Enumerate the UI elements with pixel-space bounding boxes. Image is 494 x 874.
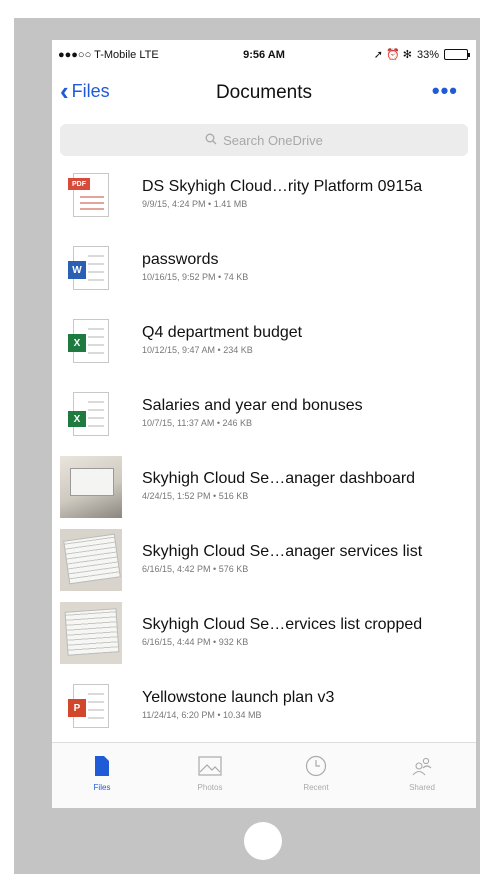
- tab-label: Recent: [303, 783, 329, 792]
- list-item[interactable]: X Q4 department budget 10/12/15, 9:47 AM…: [52, 304, 476, 377]
- excel-icon: X: [60, 383, 122, 445]
- nav-bar: ‹ Files Documents •••: [52, 72, 476, 116]
- file-name: passwords: [142, 251, 219, 268]
- powerpoint-icon: P: [60, 675, 122, 737]
- tab-photos[interactable]: Photos: [160, 753, 260, 792]
- list-item[interactable]: Skyhigh Cloud Se…ervices list cropped 6/…: [52, 596, 476, 669]
- tab-label: Photos: [197, 783, 223, 792]
- status-icons: ➚ ⏰ ✻: [373, 49, 412, 61]
- file-list: PDF DS Skyhigh Cloud…rity Platform 0915a…: [52, 158, 476, 742]
- list-item[interactable]: PDF DS Skyhigh Cloud…rity Platform 0915a…: [52, 158, 476, 231]
- file-meta: 6/16/15, 4:44 PM • 932 KB: [142, 637, 249, 647]
- photos-icon: [160, 753, 260, 779]
- tab-files[interactable]: Files: [52, 753, 152, 792]
- file-meta: 9/9/15, 4:24 PM • 1.41 MB: [142, 199, 248, 209]
- photo-thumbnail: [60, 529, 122, 591]
- tab-shared[interactable]: Shared: [372, 753, 472, 792]
- list-item[interactable]: Skyhigh Cloud Se…anager services list 6/…: [52, 523, 476, 596]
- file-name: Yellowstone launch plan v3: [142, 689, 335, 706]
- file-meta: 11/24/14, 6:20 PM • 10.34 MB: [142, 710, 262, 720]
- shared-people-icon: [372, 753, 472, 779]
- file-meta: 10/12/15, 9:47 AM • 234 KB: [142, 345, 253, 355]
- battery-percent: 33%: [416, 48, 439, 61]
- file-meta: 10/16/15, 9:52 PM • 74 KB: [142, 272, 249, 282]
- search-input[interactable]: Search OneDrive: [60, 124, 468, 156]
- status-bar: ●●●○○ T-Mobile LTE 9:56 AM ➚ ⏰ ✻ 33%: [52, 40, 476, 70]
- tab-recent[interactable]: Recent: [266, 753, 366, 792]
- app-screen: ●●●○○ T-Mobile LTE 9:56 AM ➚ ⏰ ✻ 33% ‹ F…: [52, 40, 476, 808]
- battery-icon: [444, 49, 470, 60]
- list-item[interactable]: P Yellowstone launch plan v3 11/24/14, 6…: [52, 669, 476, 742]
- list-item[interactable]: W passwords 10/16/15, 9:52 PM • 74 KB: [52, 231, 476, 304]
- file-meta: 4/24/15, 1:52 PM • 516 KB: [142, 491, 249, 501]
- excel-icon: X: [60, 310, 122, 372]
- list-item[interactable]: Skyhigh Cloud Se…anager dashboard 4/24/1…: [52, 450, 476, 523]
- tab-bar: Files Photos Recent Shared: [52, 742, 476, 808]
- file-name: Skyhigh Cloud Se…anager services list: [142, 543, 423, 560]
- more-options-button[interactable]: •••: [432, 78, 458, 104]
- photo-thumbnail: [60, 456, 122, 518]
- files-icon: [52, 753, 152, 779]
- file-meta: 10/7/15, 11:37 AM • 246 KB: [142, 418, 253, 428]
- search-placeholder: Search OneDrive: [223, 132, 323, 148]
- file-name: DS Skyhigh Cloud…rity Platform 0915a: [142, 178, 423, 195]
- home-button[interactable]: [244, 822, 282, 860]
- search-icon: [205, 133, 217, 148]
- page-title: Documents: [215, 82, 313, 103]
- status-indicators: ➚ ⏰ ✻ 33%: [373, 48, 470, 61]
- clock-icon: [266, 753, 366, 779]
- tab-label: Shared: [409, 783, 435, 792]
- pdf-icon: PDF: [60, 164, 122, 226]
- file-name: Q4 department budget: [142, 324, 303, 341]
- file-name: Skyhigh Cloud Se…ervices list cropped: [142, 616, 423, 633]
- photo-thumbnail: [60, 602, 122, 664]
- file-meta: 6/16/15, 4:42 PM • 576 KB: [142, 564, 249, 574]
- file-name: Salaries and year end bonuses: [142, 397, 363, 414]
- tab-label: Files: [93, 783, 111, 792]
- word-icon: W: [60, 237, 122, 299]
- list-item[interactable]: X Salaries and year end bonuses 10/7/15,…: [52, 377, 476, 450]
- file-name: Skyhigh Cloud Se…anager dashboard: [142, 470, 416, 487]
